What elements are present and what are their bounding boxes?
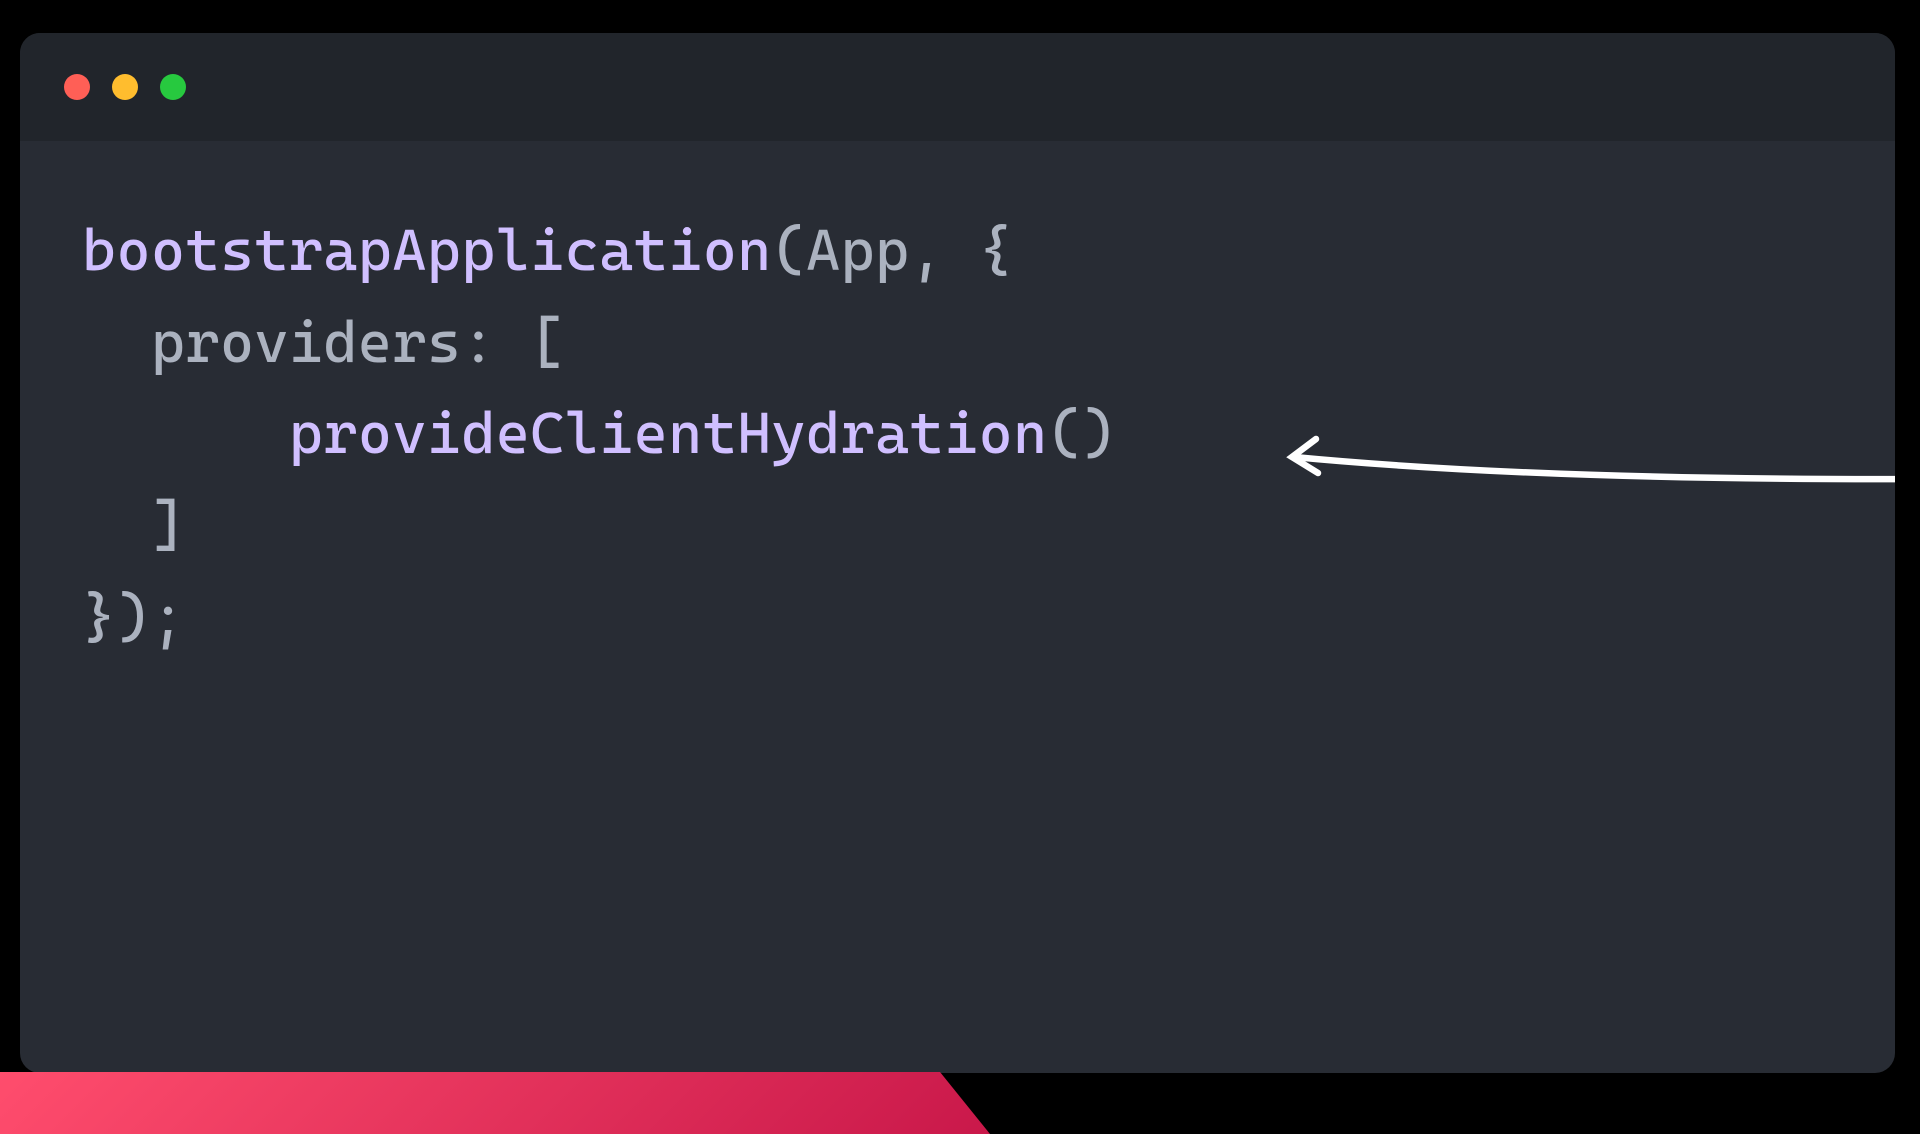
code-key-providers: providers [151, 308, 461, 376]
code-punc: }); [82, 583, 185, 651]
code-punc: ] [82, 491, 185, 559]
code-punc: : [ [461, 308, 564, 376]
accent-strip [0, 1072, 990, 1134]
code-fn-bootstrap: bootstrapApplication [82, 216, 772, 284]
code-punc: (App, { [772, 216, 1013, 284]
code-punc: () [1048, 399, 1117, 467]
arrow-annotation-icon [1286, 429, 1895, 489]
code-block: bootstrapApplication(App, { providers: [… [20, 141, 1895, 663]
window-title-bar [20, 33, 1895, 141]
zoom-icon[interactable] [160, 74, 186, 100]
code-window: bootstrapApplication(App, { providers: [… [20, 33, 1895, 1073]
minimize-icon[interactable] [112, 74, 138, 100]
code-fn-provide-hydration: provideClientHydration [289, 399, 1048, 467]
close-icon[interactable] [64, 74, 90, 100]
